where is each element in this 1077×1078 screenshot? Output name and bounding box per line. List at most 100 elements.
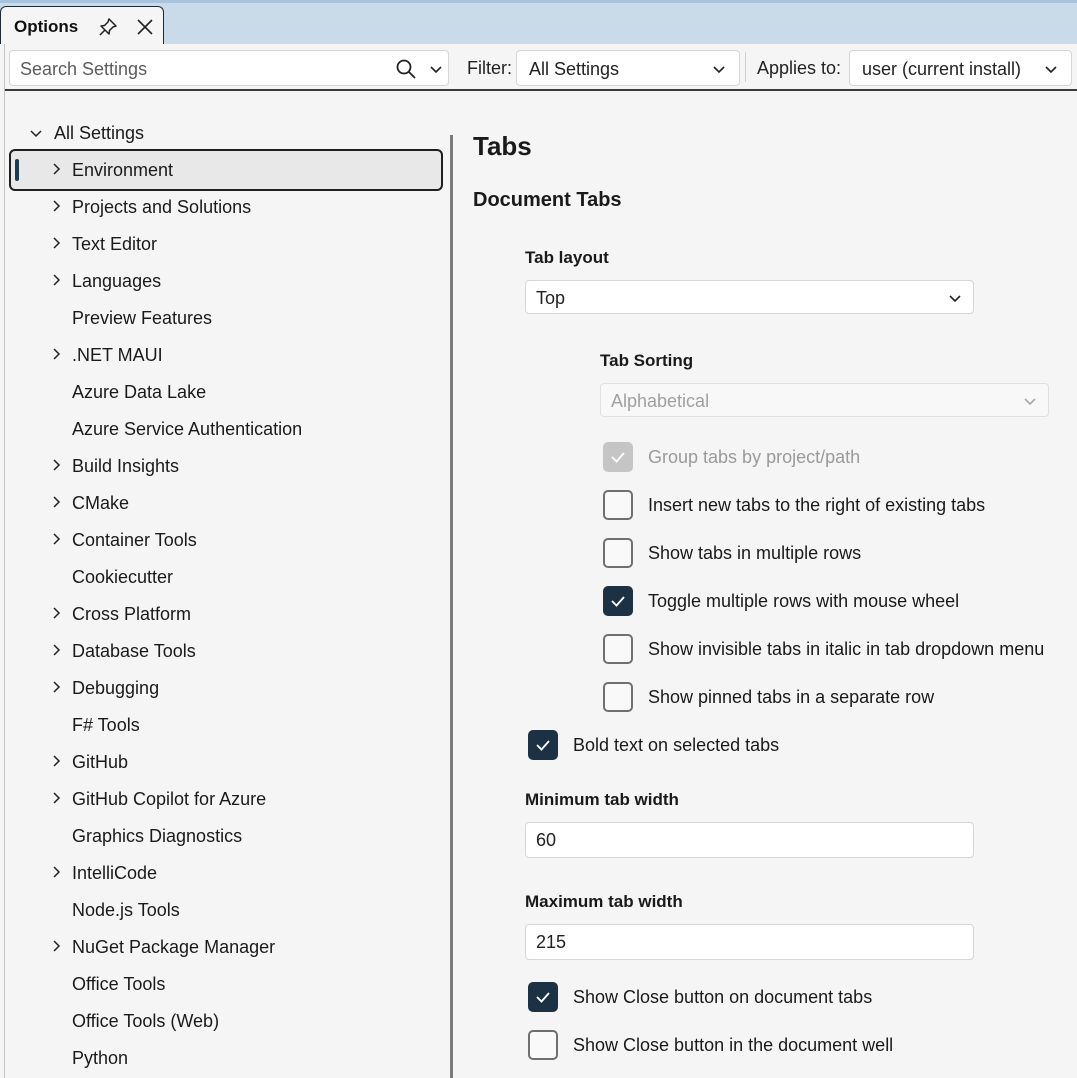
show-close-button-on-document-tabs-label: Show Close button on document tabs xyxy=(573,987,873,1007)
chevron-right-icon[interactable] xyxy=(49,791,63,805)
pin-icon[interactable] xyxy=(97,16,119,38)
max-tab-width-input[interactable] xyxy=(536,932,936,953)
tree-item-cmake[interactable]: CMake xyxy=(9,482,443,524)
tree-item-office-tools-web[interactable]: Office Tools (Web) xyxy=(9,1000,443,1042)
tree-item-debugging[interactable]: Debugging xyxy=(9,667,443,709)
tree-item-github[interactable]: GitHub xyxy=(9,741,443,783)
group-tabs-by-project-path-label: Group tabs by project/path xyxy=(648,447,861,467)
tree-root-label: All Settings xyxy=(54,123,145,143)
chevron-right-icon[interactable] xyxy=(49,236,63,250)
chevron-down-icon xyxy=(1043,61,1059,77)
chevron-down-icon xyxy=(1022,393,1038,409)
applies-to-dropdown[interactable]: user (current install) xyxy=(849,50,1072,86)
tree-item-f-tools[interactable]: F# Tools xyxy=(9,704,443,746)
tree-item-intellicode[interactable]: IntelliCode xyxy=(9,852,443,894)
tree-item-net-maui[interactable]: .NET MAUI xyxy=(9,334,443,376)
tab-title: Options xyxy=(14,17,79,36)
chevron-right-icon[interactable] xyxy=(49,939,63,953)
chevron-right-icon[interactable] xyxy=(49,680,63,694)
tree-item-languages[interactable]: Languages xyxy=(9,260,443,302)
chevron-down-icon[interactable] xyxy=(28,126,44,142)
tree-item-label: IntelliCode xyxy=(72,863,158,883)
tree-item-azure-service-authentication[interactable]: Azure Service Authentication xyxy=(9,408,443,450)
tree-item-label: NuGet Package Manager xyxy=(72,937,276,957)
chevron-right-icon[interactable] xyxy=(49,754,63,768)
tab-layout-value: Top xyxy=(536,288,566,308)
show-invisible-tabs-in-italic-in-tab-dropdown-menu-checkbox[interactable] xyxy=(603,634,633,664)
tree-item-python[interactable]: Python xyxy=(9,1037,443,1078)
chevron-right-icon[interactable] xyxy=(49,495,63,509)
tab-sorting-value: Alphabetical xyxy=(611,391,710,411)
filter-value: All Settings xyxy=(529,59,620,79)
toggle-multiple-rows-with-mouse-wheel-checkbox[interactable] xyxy=(603,586,633,616)
min-tab-width-input[interactable] xyxy=(536,830,936,851)
tree-item-projects-and-solutions[interactable]: Projects and Solutions xyxy=(9,186,443,228)
tree-item-node-js-tools[interactable]: Node.js Tools xyxy=(9,889,443,931)
tree-item-azure-data-lake[interactable]: Azure Data Lake xyxy=(9,371,443,413)
tree-item-cross-platform[interactable]: Cross Platform xyxy=(9,593,443,635)
tab-layout-label: Tab layout xyxy=(525,248,609,267)
min-tab-width-label: Minimum tab width xyxy=(525,790,679,809)
chevron-right-icon[interactable] xyxy=(49,606,63,620)
options-tab[interactable]: Options xyxy=(0,6,164,47)
search-options-chevron-down-icon[interactable] xyxy=(428,61,444,77)
chevron-right-icon[interactable] xyxy=(49,865,63,879)
tree-item-cookiecutter[interactable]: Cookiecutter xyxy=(9,556,443,598)
tree-item-label: F# Tools xyxy=(72,715,140,735)
show-invisible-tabs-in-italic-in-tab-dropdown-menu-label: Show invisible tabs in italic in tab dro… xyxy=(648,639,1045,659)
chevron-down-icon xyxy=(711,61,727,77)
min-tab-width-field[interactable] xyxy=(525,822,974,858)
show-pinned-tabs-in-a-separate-row-checkbox[interactable] xyxy=(603,682,633,712)
search-input[interactable] xyxy=(20,57,390,81)
tree-item-label: .NET MAUI xyxy=(72,345,163,365)
insert-new-tabs-to-the-right-of-existing-tabs-checkbox[interactable] xyxy=(603,490,633,520)
chevron-right-icon[interactable] xyxy=(49,458,63,472)
search-box[interactable] xyxy=(9,50,449,86)
show-close-button-on-document-tabs-checkbox[interactable] xyxy=(528,982,558,1012)
tree-item-label: Database Tools xyxy=(72,641,196,661)
settings-content: Tabs Document Tabs Tab layout Top Tab So… xyxy=(453,91,1077,1078)
tree-item-label: Graphics Diagnostics xyxy=(72,826,243,846)
group-tabs-by-project-path-checkbox[interactable] xyxy=(603,442,633,472)
tree-item-build-insights[interactable]: Build Insights xyxy=(9,445,443,487)
tree-item-label: Office Tools xyxy=(72,974,166,994)
tree-item-label: Cookiecutter xyxy=(72,567,174,587)
tree-item-database-tools[interactable]: Database Tools xyxy=(9,630,443,672)
tree-item-label: GitHub Copilot for Azure xyxy=(72,789,267,809)
tree-item-text-editor[interactable]: Text Editor xyxy=(9,223,443,265)
filter-label: Filter: xyxy=(467,58,512,78)
tree-item-label: Office Tools (Web) xyxy=(72,1011,220,1031)
tree-item-label: Preview Features xyxy=(72,308,213,328)
tree-item-graphics-diagnostics[interactable]: Graphics Diagnostics xyxy=(9,815,443,857)
tree-item-container-tools[interactable]: Container Tools xyxy=(9,519,443,561)
filter-dropdown[interactable]: All Settings xyxy=(516,50,740,86)
tree-item-nuget-package-manager[interactable]: NuGet Package Manager xyxy=(9,926,443,968)
tree-item-github-copilot-for-azure[interactable]: GitHub Copilot for Azure xyxy=(9,778,443,820)
tree-item-environment[interactable]: Environment xyxy=(9,149,443,191)
toolbar-separator xyxy=(745,52,746,82)
page-title: Tabs xyxy=(473,131,532,161)
bold-text-checkbox[interactable] xyxy=(528,730,558,760)
chevron-right-icon[interactable] xyxy=(49,199,63,213)
toggle-multiple-rows-with-mouse-wheel-label: Toggle multiple rows with mouse wheel xyxy=(648,591,960,611)
tree-item-preview-features[interactable]: Preview Features xyxy=(9,297,443,339)
chevron-right-icon[interactable] xyxy=(49,643,63,657)
tree-item-office-tools[interactable]: Office Tools xyxy=(9,963,443,1005)
tree-item-label: Node.js Tools xyxy=(72,900,180,920)
section-title: Document Tabs xyxy=(473,189,622,211)
chevron-right-icon[interactable] xyxy=(49,273,63,287)
close-icon[interactable] xyxy=(134,16,156,38)
tree-item-label: Debugging xyxy=(72,678,160,698)
chevron-right-icon[interactable] xyxy=(49,347,63,361)
chevron-right-icon[interactable] xyxy=(49,532,63,546)
tab-layout-dropdown[interactable]: Top xyxy=(525,280,974,314)
tab-sorting-dropdown[interactable]: Alphabetical xyxy=(600,383,1049,417)
bold-text-label: Bold text on selected tabs xyxy=(573,735,780,755)
show-tabs-in-multiple-rows-checkbox[interactable] xyxy=(603,538,633,568)
tree-item-label: Container Tools xyxy=(72,530,197,550)
max-tab-width-field[interactable] xyxy=(525,924,974,960)
show-close-button-in-the-document-well-checkbox[interactable] xyxy=(528,1030,558,1060)
tree-item-label: Build Insights xyxy=(72,456,180,476)
chevron-right-icon[interactable] xyxy=(49,162,63,176)
search-icon[interactable] xyxy=(395,58,417,80)
